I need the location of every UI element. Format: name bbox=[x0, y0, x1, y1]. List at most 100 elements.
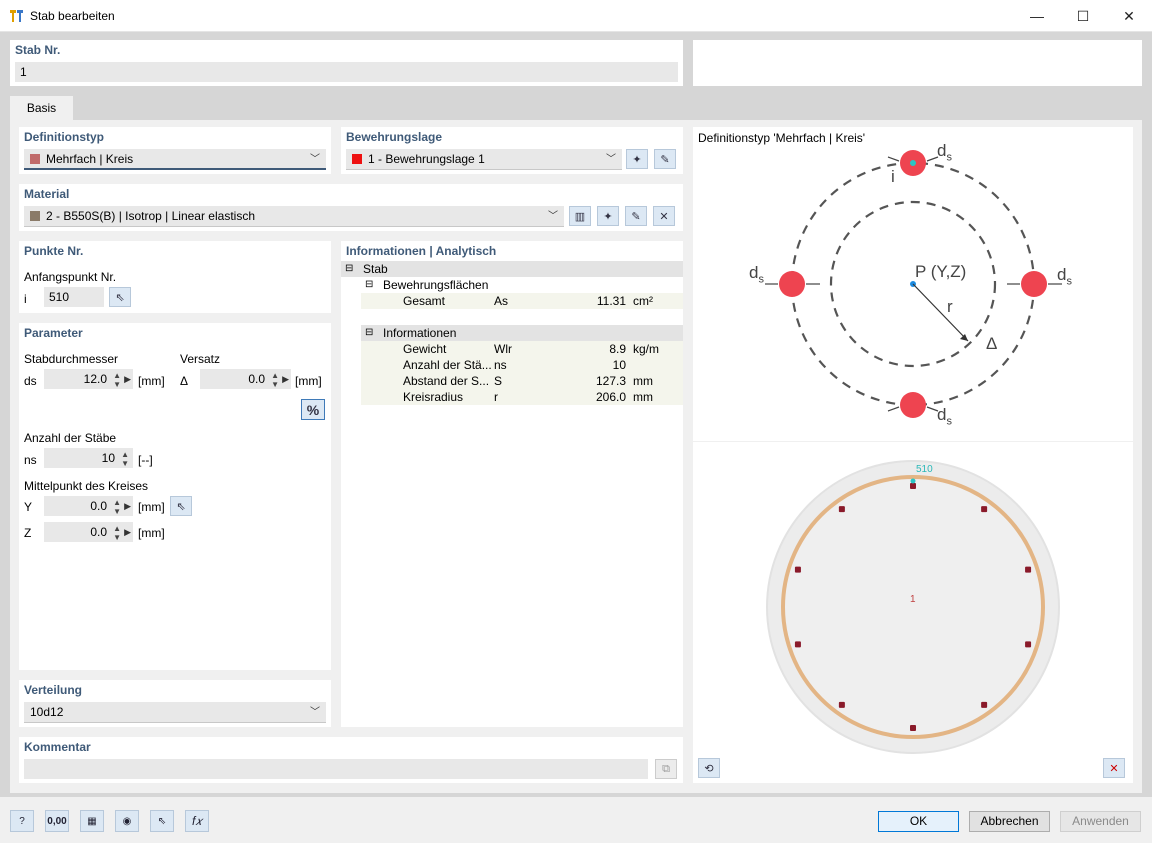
info-header: Informationen | Analytisch bbox=[341, 241, 683, 259]
info-tree: ⊟ Stab ⊟ Bewehrungsflächen Gesamt As 11.… bbox=[341, 259, 683, 727]
preview-panel: 510 1 ⟲ ✕ bbox=[693, 442, 1133, 783]
new-material-icon[interactable]: ✦ bbox=[597, 206, 619, 226]
maximize-button[interactable]: ☐ bbox=[1060, 0, 1106, 32]
tree-group-row[interactable]: ⊟ Informationen bbox=[361, 325, 683, 341]
i-label: i bbox=[24, 292, 27, 306]
verteilung-dropdown[interactable]: 10d12 ﹀ bbox=[24, 702, 326, 723]
ok-button[interactable]: OK bbox=[878, 811, 959, 832]
library-icon[interactable]: ▥ bbox=[569, 206, 591, 226]
anfangspunkt-field[interactable]: 510 bbox=[44, 287, 104, 307]
ds-label: ds bbox=[24, 374, 37, 388]
material-label: Material bbox=[24, 187, 70, 201]
ns-unit: [--] bbox=[138, 453, 153, 467]
rebar-mark bbox=[1025, 566, 1032, 573]
blank-panel bbox=[693, 40, 1142, 86]
parameter-label: Parameter bbox=[24, 326, 83, 340]
window-title: Stab bearbeiten bbox=[30, 9, 115, 23]
rotate-view-icon[interactable]: ⟲ bbox=[698, 758, 720, 778]
pick-center-icon[interactable]: ⇖ bbox=[170, 496, 192, 516]
rebar-mark bbox=[910, 483, 916, 489]
new-layer-icon[interactable]: ✦ bbox=[626, 149, 648, 169]
material-dropdown[interactable]: 2 - B550S(B) | Isotrop | Linear elastisc… bbox=[24, 206, 564, 227]
ds-top-label: ds bbox=[937, 141, 952, 164]
ns-stepper[interactable]: 10 ▲ ▼ bbox=[44, 448, 133, 468]
verteilung-panel: Verteilung 10d12 ﹀ bbox=[19, 680, 331, 727]
ds-stepper[interactable]: 12.0 ▲ ▼ ▶ bbox=[44, 369, 133, 389]
select-icon[interactable]: ⇖ bbox=[150, 810, 174, 832]
stab-nr-panel: Stab Nr. 1 bbox=[10, 40, 683, 86]
point-label: 510 bbox=[916, 464, 933, 475]
edit-layer-icon[interactable]: ✎ bbox=[654, 149, 676, 169]
rebar-mark bbox=[910, 725, 916, 731]
definitionstyp-dropdown[interactable]: Mehrfach | Kreis ﹀ bbox=[24, 149, 326, 170]
chevron-down-icon: ﹀ bbox=[606, 154, 616, 165]
rebar-mark bbox=[838, 701, 845, 708]
units-icon[interactable]: 0,00 bbox=[45, 810, 69, 832]
section-preview bbox=[766, 460, 1060, 754]
y-stepper[interactable]: 0.0 ▲ ▼ ▶ bbox=[44, 496, 133, 516]
stabdurchmesser-label: Stabdurchmesser bbox=[24, 352, 119, 366]
tree-root-row[interactable]: ⊟ Stab bbox=[341, 261, 683, 277]
versatz-unit: [mm] bbox=[295, 374, 322, 388]
start-point-mark bbox=[910, 478, 916, 484]
anfangspunkt-label: Anfangspunkt Nr. bbox=[24, 270, 117, 284]
table-row: Abstand der S... S 127.3 mm bbox=[361, 373, 683, 389]
anzahl-label: Anzahl der Stäbe bbox=[24, 431, 117, 445]
tab-basis[interactable]: Basis bbox=[10, 96, 73, 120]
collapse-icon: ⊟ bbox=[365, 327, 374, 338]
view-icon[interactable]: ◉ bbox=[115, 810, 139, 832]
collapse-icon: ⊟ bbox=[345, 263, 354, 274]
delete-material-icon[interactable]: ✕ bbox=[653, 206, 675, 226]
definitionstyp-swatch bbox=[30, 154, 40, 164]
punkte-label: Punkte Nr. bbox=[24, 244, 84, 258]
copy-comment-icon[interactable]: ⧉ bbox=[655, 759, 677, 779]
formula-icon[interactable]: f𝑥 bbox=[185, 810, 209, 832]
bewehrungslage-swatch bbox=[352, 154, 362, 164]
versatz-label: Versatz bbox=[180, 352, 221, 366]
bewehrungslage-dropdown[interactable]: 1 - Bewehrungslage 1 ﹀ bbox=[346, 149, 622, 170]
pick-point-icon[interactable]: ⇖ bbox=[109, 287, 131, 307]
close-button[interactable]: ✕ bbox=[1106, 0, 1152, 32]
p-label: P (Y,Z) bbox=[915, 262, 967, 281]
table-row: Kreisradius r 206.0 mm bbox=[361, 389, 683, 405]
apply-button[interactable]: Anwenden bbox=[1060, 811, 1141, 832]
i-diagram-label: i bbox=[891, 167, 895, 186]
cancel-button[interactable]: Abbrechen bbox=[969, 811, 1050, 832]
versatz-stepper[interactable]: 0.0 ▲ ▼ ▶ bbox=[200, 369, 291, 389]
rebar-mark bbox=[794, 566, 801, 573]
bewehrungslage-label: Bewehrungslage bbox=[346, 130, 443, 144]
z-stepper[interactable]: 0.0 ▲ ▼ ▶ bbox=[44, 522, 133, 542]
kommentar-label: Kommentar bbox=[24, 740, 91, 754]
r-label: r bbox=[947, 297, 953, 316]
chevron-down-icon: ﹀ bbox=[548, 211, 558, 222]
delta-label: Δ bbox=[180, 374, 189, 388]
kommentar-field[interactable] bbox=[24, 759, 648, 779]
app-icon bbox=[9, 8, 25, 24]
help-icon[interactable]: ? bbox=[10, 810, 34, 832]
rebar-mark bbox=[981, 701, 988, 708]
minimize-button[interactable]: — bbox=[1014, 0, 1060, 32]
table-row: Anzahl der Stä... ns 10 bbox=[361, 357, 683, 373]
section-icon[interactable]: ▦ bbox=[80, 810, 104, 832]
z-label: Z bbox=[24, 526, 32, 540]
y-unit: [mm] bbox=[138, 500, 165, 514]
percent-toggle[interactable]: % bbox=[301, 399, 325, 420]
ds-left-label: ds bbox=[749, 263, 764, 286]
rebar-mark bbox=[794, 641, 801, 648]
stab-nr-label: Stab Nr. bbox=[15, 43, 61, 57]
rebar-mark bbox=[838, 506, 845, 513]
edit-material-icon[interactable]: ✎ bbox=[625, 206, 647, 226]
punkte-panel: Punkte Nr. Anfangspunkt Nr. i 510 ⇖ bbox=[19, 241, 331, 313]
delta-diagram-label: Δ bbox=[986, 334, 998, 353]
mittelpunkt-label: Mittelpunkt des Kreises bbox=[24, 479, 149, 493]
chevron-down-icon: ﹀ bbox=[310, 154, 320, 165]
reset-view-icon[interactable]: ✕ bbox=[1103, 758, 1125, 778]
tree-group-row[interactable]: ⊟ Bewehrungsflächen bbox=[361, 277, 683, 293]
rebar-mark bbox=[1025, 641, 1032, 648]
ds-unit: [mm] bbox=[138, 374, 165, 388]
z-unit: [mm] bbox=[138, 526, 165, 540]
diagram-panel: Definitionstyp 'Mehrfach | Kreis' ds i d… bbox=[693, 127, 1133, 441]
y-label: Y bbox=[24, 500, 33, 514]
stab-nr-field[interactable]: 1 bbox=[15, 62, 678, 82]
ns-label: ns bbox=[24, 453, 37, 467]
